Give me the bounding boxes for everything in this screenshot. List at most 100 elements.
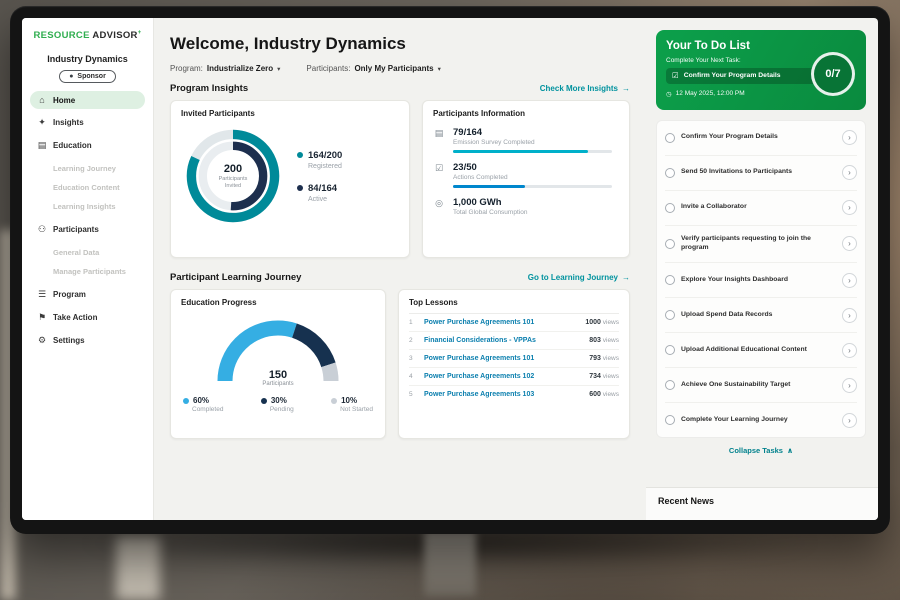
invited-total: 200	[224, 163, 242, 175]
task-checkbox[interactable]	[665, 345, 675, 355]
invited-participants-card: Invited Participants 200	[170, 100, 410, 258]
task-label: Confirm Your Program Details	[681, 133, 836, 142]
task-row[interactable]: Invite a Collaborator ›	[665, 191, 857, 226]
sidebar-nav: ⌂ Home ✦ Insights ▤ Education Learning J…	[30, 91, 145, 350]
not-started-label: Not Started	[340, 406, 373, 413]
actions-value: 23/50	[453, 162, 619, 173]
check-more-insights-link[interactable]: Check More Insights →	[540, 84, 630, 93]
chevron-right-icon[interactable]: ›	[842, 308, 857, 323]
invited-total-label: Participants Invited	[212, 176, 254, 190]
task-row[interactable]: Confirm Your Program Details ›	[665, 121, 857, 156]
lesson-rank: 3	[409, 355, 417, 362]
program-filter-dropdown[interactable]: Program: Industrialize Zero ▾	[170, 64, 280, 73]
lesson-row: 4 Power Purchase Agreements 102 734 view…	[409, 368, 619, 386]
sidebar-item-participants[interactable]: ⚇ Participants	[30, 220, 145, 239]
lesson-link[interactable]: Power Purchase Agreements 101	[424, 319, 578, 326]
registered-dot	[297, 152, 303, 158]
legend-item-pending: 30% Pending	[261, 396, 294, 413]
sidebar-item-home[interactable]: ⌂ Home	[30, 91, 145, 109]
task-row[interactable]: Verify participants requesting to join t…	[665, 226, 857, 264]
sidebar-item-manage-participants[interactable]: Manage Participants	[30, 262, 145, 281]
chevron-right-icon[interactable]: ›	[842, 343, 857, 358]
active-value: 84/164	[308, 183, 337, 194]
lesson-rank: 1	[409, 319, 417, 326]
task-label: Invite a Collaborator	[681, 203, 836, 212]
participants-information-card: Participants Information ▤ 79/164 Emissi…	[422, 100, 630, 258]
task-checkbox[interactable]	[665, 203, 675, 213]
chevron-right-icon[interactable]: ›	[842, 378, 857, 393]
task-checkbox[interactable]	[665, 415, 675, 425]
learning-cards-row: Education Progress 150 Participants	[170, 289, 630, 439]
chevron-right-icon[interactable]: ›	[842, 413, 857, 428]
task-checkbox[interactable]	[665, 380, 675, 390]
chevron-right-icon[interactable]: ›	[842, 236, 857, 251]
legend-item-not-started: 10% Not Started	[331, 396, 373, 413]
program-insights-header: Program Insights Check More Insights →	[170, 83, 630, 94]
program-filter-label: Program:	[170, 64, 203, 73]
lesson-views: 734 views	[589, 373, 619, 380]
task-row[interactable]: Achieve One Sustainability Target ›	[665, 368, 857, 403]
participants-filter-dropdown[interactable]: Participants: Only My Participants ▾	[306, 64, 440, 73]
task-checkbox[interactable]	[665, 310, 675, 320]
card-title: Education Progress	[181, 298, 375, 307]
learning-journey-header: Participant Learning Journey Go to Learn…	[170, 272, 630, 283]
section-title: Participant Learning Journey	[170, 272, 301, 283]
settings-icon: ⚙	[37, 335, 47, 346]
emission-survey-progressbar	[453, 150, 612, 153]
sidebar-item-learning-journey[interactable]: Learning Journey	[30, 159, 145, 178]
task-row[interactable]: Send 50 Invitations to Participants ›	[665, 156, 857, 191]
education-legend: 60% Completed 30% Pending	[181, 396, 375, 413]
sidebar-item-take-action[interactable]: ⚑ Take Action	[30, 308, 145, 327]
task-checkbox[interactable]	[665, 133, 675, 143]
go-to-learning-journey-link[interactable]: Go to Learning Journey →	[528, 273, 630, 282]
pending-value: 30%	[271, 396, 287, 405]
task-row[interactable]: Complete Your Learning Journey ›	[665, 403, 857, 437]
task-row[interactable]: Explore Your Insights Dashboard ›	[665, 263, 857, 298]
chevron-right-icon[interactable]: ›	[842, 200, 857, 215]
chevron-right-icon[interactable]: ›	[842, 273, 857, 288]
lesson-link[interactable]: Power Purchase Agreements 102	[424, 373, 582, 380]
gauge-total: 150	[213, 369, 343, 381]
todo-task-list: Confirm Your Program Details › Send 50 I…	[656, 120, 866, 439]
todo-progress-ring: 0/7	[811, 52, 855, 96]
todo-next-task[interactable]: ☑ Confirm Your Program Details	[666, 68, 816, 84]
task-checkbox[interactable]	[665, 239, 675, 249]
lesson-link[interactable]: Financial Considerations - VPPAs	[424, 337, 582, 344]
collapse-caret-icon: ∧	[787, 446, 793, 455]
sponsor-badge: ● Sponsor	[59, 70, 116, 83]
task-label: Explore Your Insights Dashboard	[681, 276, 836, 285]
task-checkbox[interactable]	[665, 275, 675, 285]
lesson-row: 3 Power Purchase Agreements 101 793 view…	[409, 350, 619, 368]
home-icon: ⌂	[37, 95, 47, 105]
lesson-link[interactable]: Power Purchase Agreements 101	[424, 355, 582, 362]
lesson-row: 2 Financial Considerations - VPPAs 803 v…	[409, 332, 619, 350]
next-task-label: Confirm Your Program Details	[684, 72, 781, 79]
task-row[interactable]: Upload Spend Data Records ›	[665, 298, 857, 333]
sidebar-item-education-content[interactable]: Education Content	[30, 178, 145, 197]
sidebar-item-general-data[interactable]: General Data	[30, 243, 145, 262]
sponsor-label: Sponsor	[77, 73, 105, 80]
sidebar-item-label: Take Action	[53, 313, 97, 322]
lesson-rank: 5	[409, 391, 417, 398]
sidebar-item-insights[interactable]: ✦ Insights	[30, 113, 145, 132]
lesson-link[interactable]: Power Purchase Agreements 103	[424, 391, 582, 398]
participants-filter-value: Only My Participants	[354, 64, 433, 73]
sidebar-item-education[interactable]: ▤ Education	[30, 136, 145, 155]
progress-fill	[453, 185, 525, 188]
sidebar-item-program[interactable]: ☰ Program	[30, 285, 145, 304]
app-logo: RESOURCE ADVISOR+	[30, 30, 145, 41]
organization-name: Industry Dynamics	[30, 54, 145, 64]
task-checkbox[interactable]	[665, 168, 675, 178]
check-icon: ☑	[672, 72, 679, 80]
logo-primary: RESOURCE	[33, 30, 89, 41]
sidebar-item-settings[interactable]: ⚙ Settings	[30, 331, 145, 350]
sidebar-item-learning-insights[interactable]: Learning Insights	[30, 197, 145, 216]
collapse-tasks-link[interactable]: Collapse Tasks ∧	[656, 438, 866, 461]
chevron-right-icon[interactable]: ›	[842, 165, 857, 180]
lesson-rank: 2	[409, 337, 417, 344]
legend-item-registered: 164/200 Registered	[297, 150, 342, 170]
task-row[interactable]: Upload Additional Educational Content ›	[665, 333, 857, 368]
actions-completed-row: ☑ 23/50 Actions Completed	[433, 162, 619, 188]
completed-label: Completed	[192, 406, 223, 413]
chevron-right-icon[interactable]: ›	[842, 130, 857, 145]
